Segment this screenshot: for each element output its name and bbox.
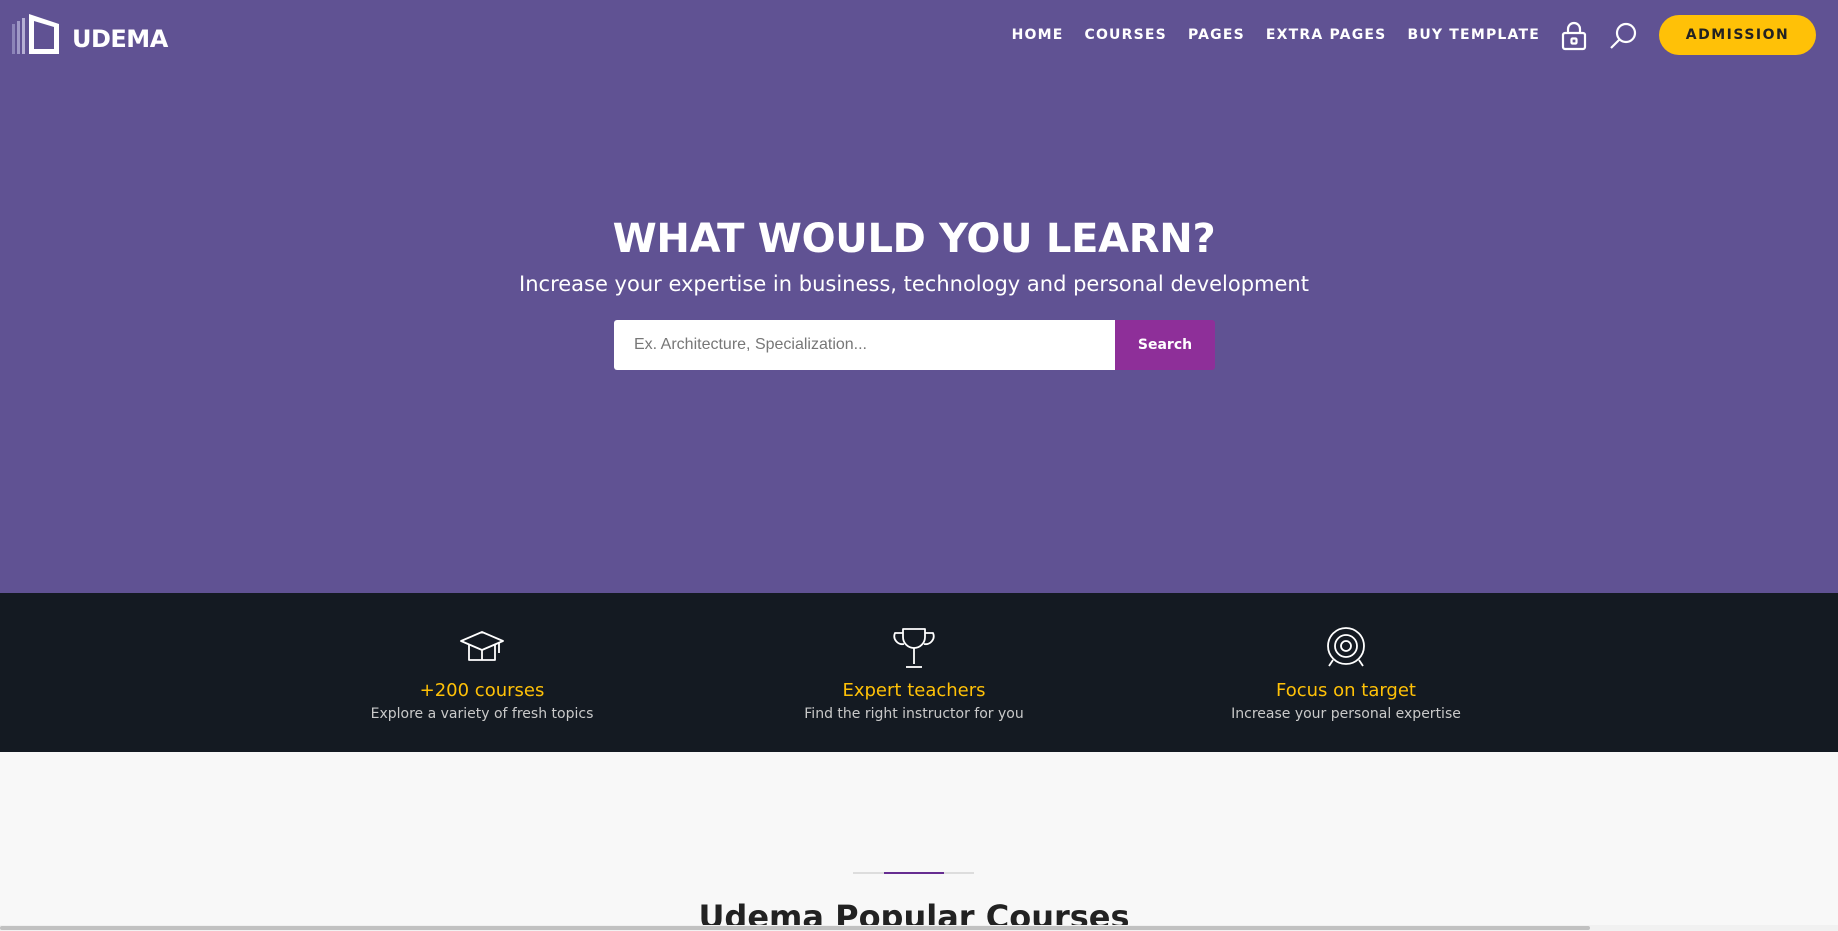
nav-item-courses[interactable]: COURSES bbox=[1084, 27, 1166, 43]
feature-desc: Explore a variety of fresh topics bbox=[370, 706, 594, 722]
hero-title: WHAT WOULD YOU LEARN? bbox=[612, 216, 1216, 262]
horizontal-scrollbar[interactable] bbox=[0, 925, 1838, 931]
main-nav: HOME COURSES PAGES EXTRA PAGES BUY TEMPL… bbox=[991, 27, 1540, 43]
feature-desc: Find the right instructor for you bbox=[804, 706, 1024, 722]
feature-teachers: Expert teachers Find the right instructo… bbox=[734, 593, 1094, 722]
section-divider-accent bbox=[884, 872, 944, 874]
scrollbar-thumb[interactable] bbox=[0, 926, 1590, 930]
nav-item-extra-pages[interactable]: EXTRA PAGES bbox=[1266, 27, 1387, 43]
trophy-icon bbox=[893, 628, 935, 668]
nav-item-buy-template[interactable]: BUY TEMPLATE bbox=[1407, 27, 1540, 43]
nav-item-home[interactable]: HOME bbox=[1012, 27, 1064, 43]
section-divider-left bbox=[853, 872, 884, 874]
logo-icon bbox=[12, 14, 59, 54]
admission-button[interactable]: ADMISSION bbox=[1659, 15, 1816, 55]
nav-item-pages[interactable]: PAGES bbox=[1188, 27, 1245, 43]
logo[interactable]: UDEMA bbox=[12, 12, 168, 56]
hero-subtitle: Increase your expertise in business, tec… bbox=[519, 272, 1309, 296]
search-form: Search bbox=[614, 320, 1215, 370]
lock-icon[interactable] bbox=[1559, 20, 1589, 52]
brand-name: UDEMA bbox=[72, 25, 168, 53]
target-icon bbox=[1327, 627, 1365, 667]
feature-title: Expert teachers bbox=[842, 680, 986, 701]
search-input[interactable] bbox=[614, 320, 1115, 370]
features-strip: +200 courses Explore a variety of fresh … bbox=[0, 593, 1838, 752]
feature-title: Focus on target bbox=[1275, 680, 1416, 701]
feature-desc: Increase your personal expertise bbox=[1231, 706, 1461, 722]
section-divider-right bbox=[944, 872, 974, 874]
graduation-cap-icon bbox=[460, 631, 504, 661]
feature-title: +200 courses bbox=[419, 680, 545, 701]
hero-section: UDEMA HOME COURSES PAGES EXTRA PAGES BUY… bbox=[0, 0, 1838, 593]
feature-courses: +200 courses Explore a variety of fresh … bbox=[302, 593, 662, 722]
feature-target: Focus on target Increase your personal e… bbox=[1166, 593, 1526, 722]
search-button[interactable]: Search bbox=[1115, 320, 1215, 370]
search-icon[interactable] bbox=[1608, 20, 1638, 52]
